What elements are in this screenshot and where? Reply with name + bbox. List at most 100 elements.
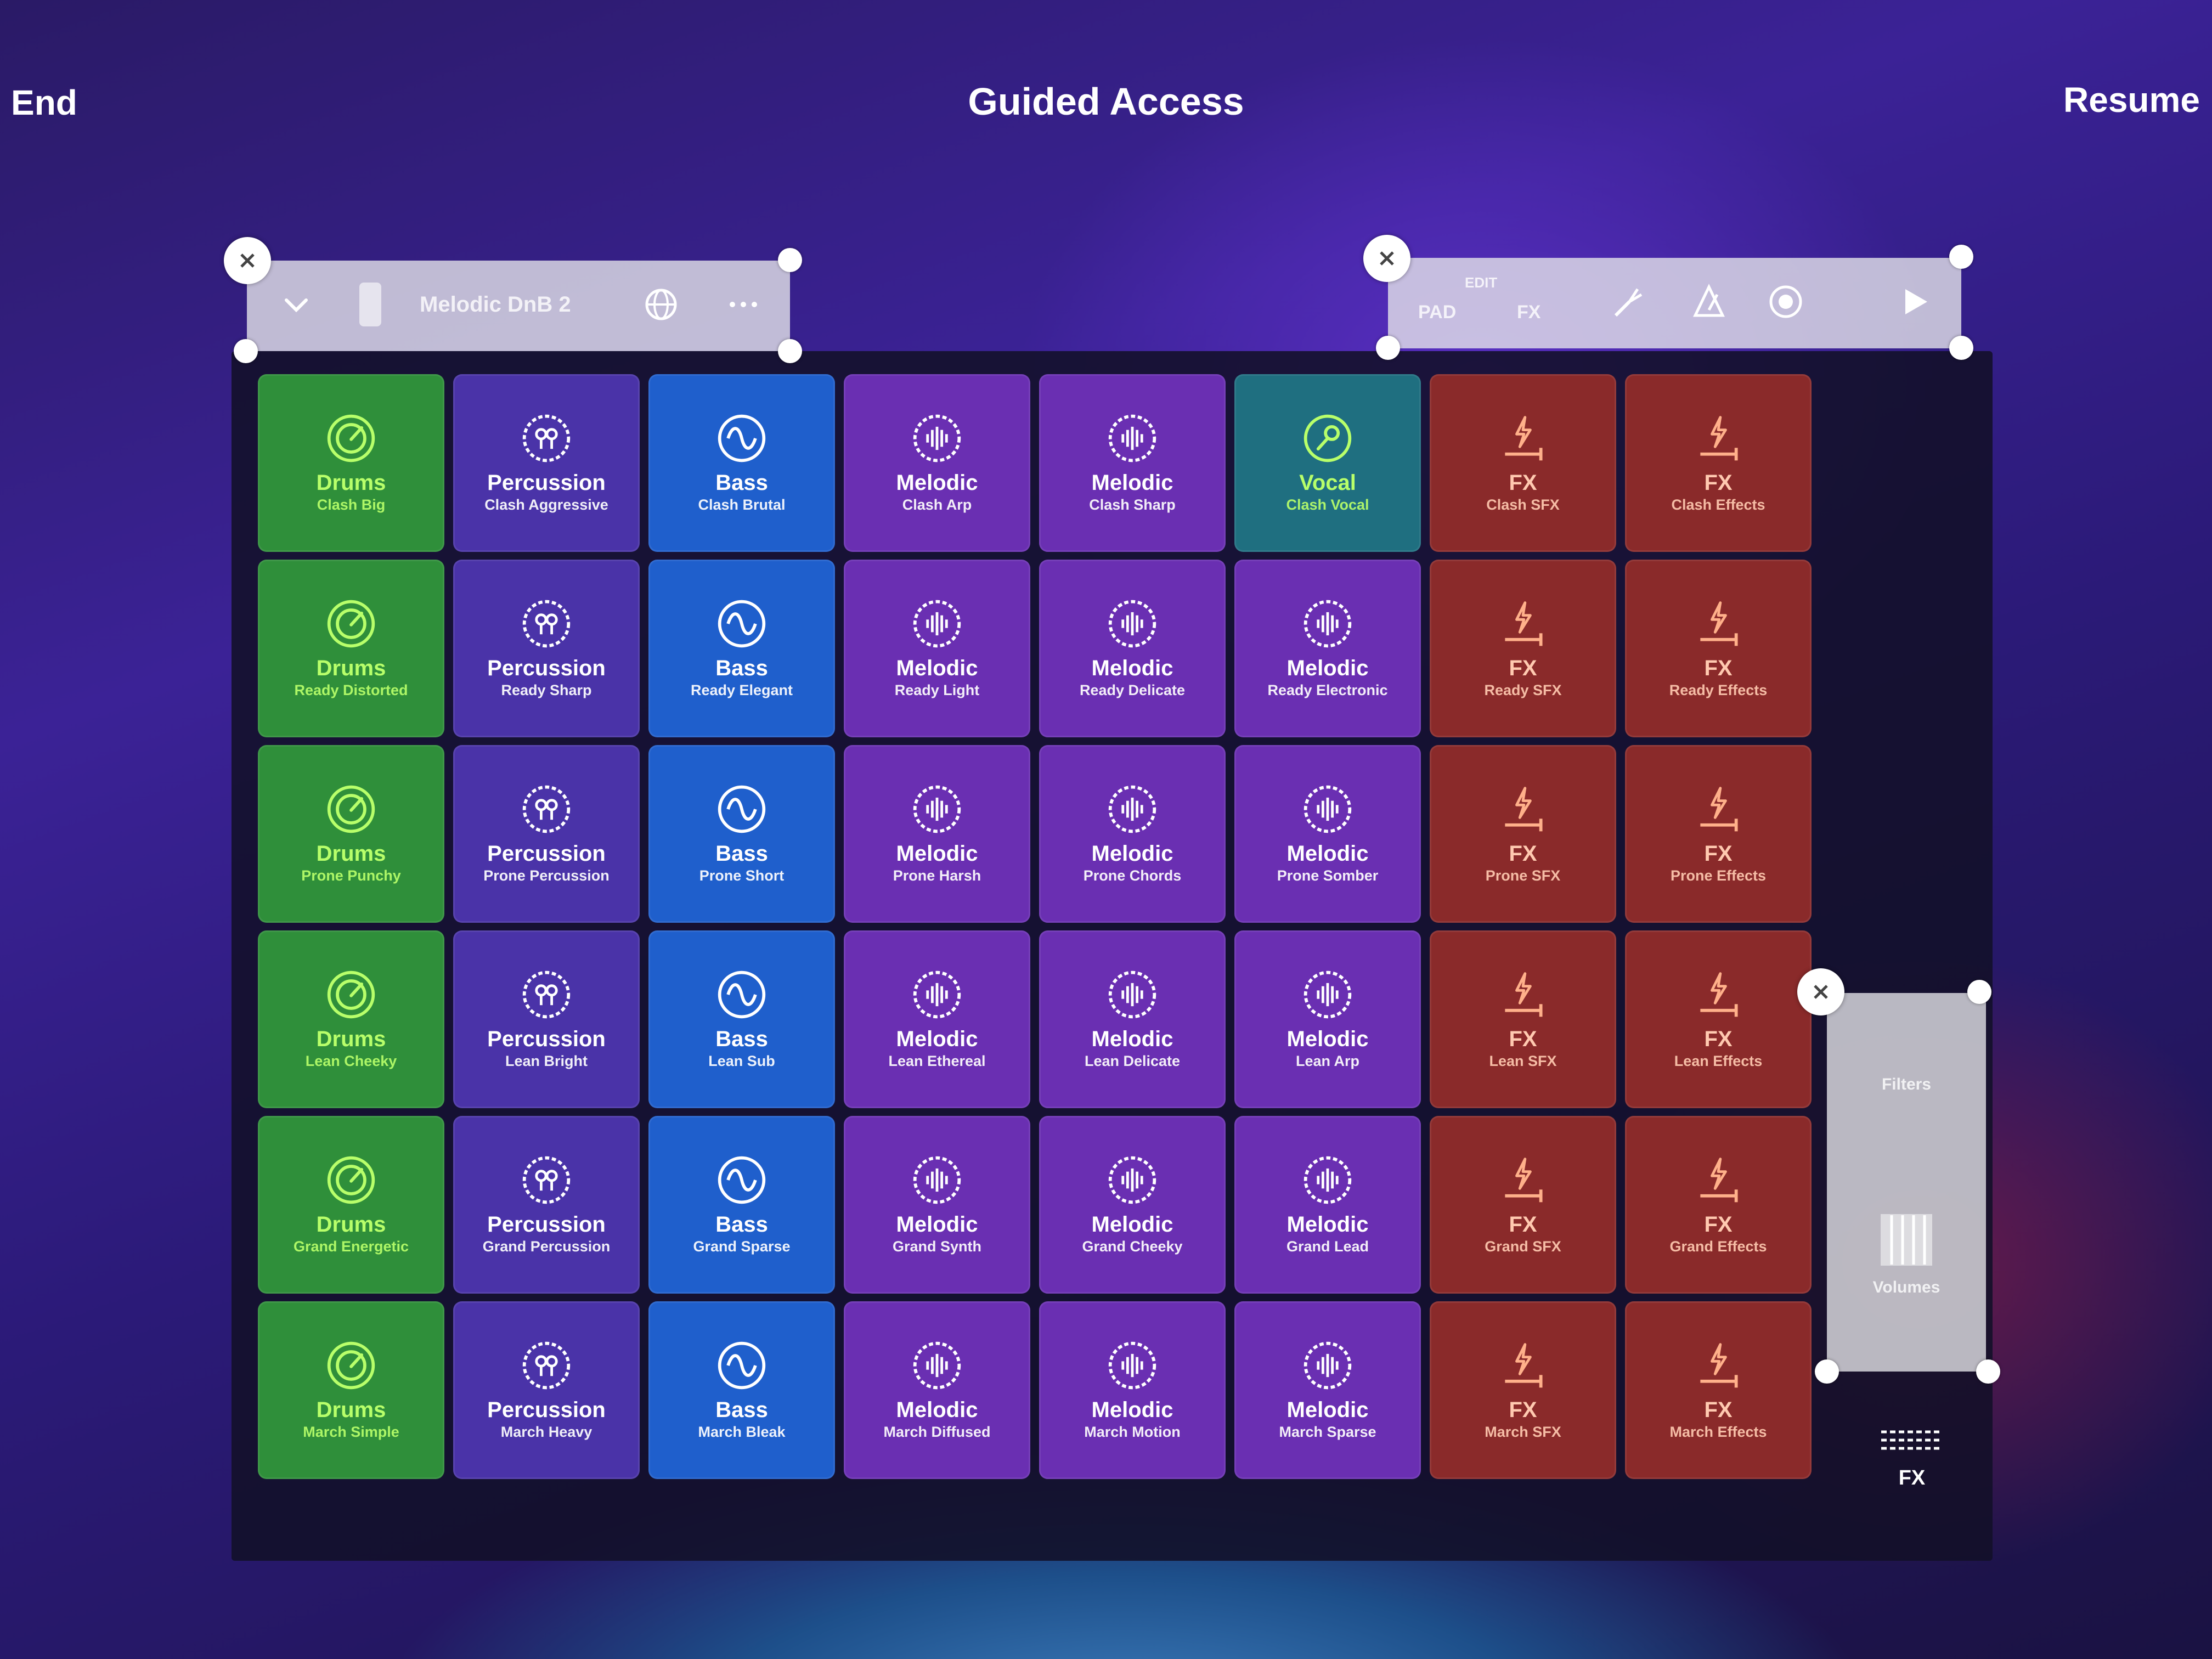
pad-type-label: Percussion bbox=[487, 842, 606, 866]
project-name[interactable]: Melodic DnB 2 bbox=[420, 292, 571, 317]
volume-meter-icon[interactable] bbox=[1876, 1210, 1937, 1270]
melodic-wave-icon bbox=[1106, 1339, 1159, 1392]
lightning-icon bbox=[1692, 597, 1745, 650]
pad-melodic[interactable]: Melodic Grand Cheeky bbox=[1039, 1116, 1226, 1294]
pad-name-label: Lean SFX bbox=[1489, 1053, 1557, 1069]
pad-bass[interactable]: Bass Ready Elegant bbox=[648, 560, 835, 737]
pad-type-label: Melodic bbox=[1286, 1398, 1369, 1422]
resize-handle[interactable] bbox=[1967, 980, 1991, 1004]
resize-handle[interactable] bbox=[778, 248, 802, 272]
pad-melodic[interactable]: Melodic Grand Synth bbox=[844, 1116, 1030, 1294]
pad-percussion[interactable]: Percussion Prone Percussion bbox=[453, 745, 640, 923]
more-icon[interactable] bbox=[724, 291, 763, 318]
melodic-wave-icon bbox=[911, 783, 963, 836]
melodic-wave-icon bbox=[911, 1154, 963, 1206]
melodic-wave-icon bbox=[1106, 1154, 1159, 1206]
pad-fx[interactable]: FX Ready SFX bbox=[1430, 560, 1616, 737]
resize-handle[interactable] bbox=[778, 339, 802, 363]
resize-handle[interactable] bbox=[234, 339, 258, 363]
pad-melodic[interactable]: Melodic Ready Delicate bbox=[1039, 560, 1226, 737]
resize-handle[interactable] bbox=[1949, 245, 1973, 269]
record-icon[interactable] bbox=[1767, 283, 1805, 321]
drum-icon bbox=[325, 1154, 377, 1206]
pad-drums[interactable]: Drums Grand Energetic bbox=[258, 1116, 444, 1294]
pad-melodic[interactable]: Melodic Prone Harsh bbox=[844, 745, 1030, 923]
pad-name-label: Grand Synth bbox=[892, 1238, 981, 1255]
pad-name-label: Ready Effects bbox=[1669, 682, 1768, 698]
fx-tab[interactable]: FX bbox=[1517, 302, 1541, 323]
pad-type-label: Vocal bbox=[1299, 471, 1356, 495]
pad-fx[interactable]: FX Clash Effects bbox=[1625, 374, 1812, 552]
resume-button[interactable]: Resume bbox=[2063, 80, 2200, 120]
pad-type-label: Percussion bbox=[487, 1212, 606, 1237]
pad-tab[interactable]: PAD bbox=[1418, 302, 1456, 323]
pad-fx[interactable]: FX March SFX bbox=[1430, 1301, 1616, 1479]
pad-bass[interactable]: Bass Clash Brutal bbox=[648, 374, 835, 552]
pad-type-label: FX bbox=[1509, 471, 1537, 495]
pad-fx[interactable]: FX Grand SFX bbox=[1430, 1116, 1616, 1294]
bass-wave-icon bbox=[715, 1339, 768, 1392]
pad-melodic[interactable]: Melodic Grand Lead bbox=[1234, 1116, 1421, 1294]
pad-type-label: Melodic bbox=[1286, 842, 1369, 866]
pad-drums[interactable]: Drums Clash Big bbox=[258, 374, 444, 552]
bass-wave-icon bbox=[715, 783, 768, 836]
pad-name-label: Prone Short bbox=[699, 867, 785, 884]
play-icon[interactable] bbox=[1895, 283, 1934, 321]
pad-percussion[interactable]: Percussion Grand Percussion bbox=[453, 1116, 640, 1294]
pad-melodic[interactable]: Melodic Prone Chords bbox=[1039, 745, 1226, 923]
pad-bass[interactable]: Bass Prone Short bbox=[648, 745, 835, 923]
pad-type-label: FX bbox=[1509, 1027, 1537, 1051]
pad-melodic[interactable]: Melodic Lean Ethereal bbox=[844, 930, 1030, 1108]
pad-type-label: FX bbox=[1509, 1212, 1537, 1237]
pad-percussion[interactable]: Percussion Ready Sharp bbox=[453, 560, 640, 737]
pad-fx[interactable]: FX March Effects bbox=[1625, 1301, 1812, 1479]
pad-vocal[interactable]: Vocal Clash Vocal bbox=[1234, 374, 1421, 552]
pad-melodic[interactable]: Melodic Ready Electronic bbox=[1234, 560, 1421, 737]
pad-melodic[interactable]: Melodic Lean Delicate bbox=[1039, 930, 1226, 1108]
pad-type-label: Melodic bbox=[896, 1398, 978, 1422]
pad-melodic[interactable]: Melodic Clash Sharp bbox=[1039, 374, 1226, 552]
pad-melodic[interactable]: Melodic Prone Somber bbox=[1234, 745, 1421, 923]
pad-fx[interactable]: FX Prone Effects bbox=[1625, 745, 1812, 923]
melodic-wave-icon bbox=[1301, 968, 1354, 1021]
close-side-overlay-button[interactable] bbox=[1797, 968, 1844, 1015]
metronome-icon[interactable] bbox=[1690, 283, 1728, 321]
pad-percussion[interactable]: Percussion Lean Bright bbox=[453, 930, 640, 1108]
pad-melodic[interactable]: Melodic Ready Light bbox=[844, 560, 1030, 737]
pad-fx[interactable]: FX Ready Effects bbox=[1625, 560, 1812, 737]
melodic-wave-icon bbox=[1106, 968, 1159, 1021]
tuning-fork-icon[interactable] bbox=[1607, 283, 1646, 321]
pad-melodic[interactable]: Melodic March Motion bbox=[1039, 1301, 1226, 1479]
bass-wave-icon bbox=[715, 597, 768, 650]
pad-fx[interactable]: FX Lean Effects bbox=[1625, 930, 1812, 1108]
close-right-overlay-button[interactable] bbox=[1363, 235, 1410, 282]
melodic-wave-icon bbox=[1301, 597, 1354, 650]
pad-bass[interactable]: Bass Grand Sparse bbox=[648, 1116, 835, 1294]
pad-fx[interactable]: FX Lean SFX bbox=[1430, 930, 1616, 1108]
resize-handle[interactable] bbox=[1376, 336, 1400, 360]
pad-drums[interactable]: Drums Lean Cheeky bbox=[258, 930, 444, 1108]
pad-fx[interactable]: FX Prone SFX bbox=[1430, 745, 1616, 923]
pad-drums[interactable]: Drums Ready Distorted bbox=[258, 560, 444, 737]
pad-drums[interactable]: Drums Prone Punchy bbox=[258, 745, 444, 923]
pad-melodic[interactable]: Melodic March Diffused bbox=[844, 1301, 1030, 1479]
globe-icon[interactable] bbox=[642, 285, 680, 324]
chevron-down-icon[interactable] bbox=[280, 288, 313, 321]
pad-bass[interactable]: Bass March Bleak bbox=[648, 1301, 835, 1479]
pad-percussion[interactable]: Percussion March Heavy bbox=[453, 1301, 640, 1479]
pad-fx[interactable]: FX Grand Effects bbox=[1625, 1116, 1812, 1294]
pad-drums[interactable]: Drums March Simple bbox=[258, 1301, 444, 1479]
pad-fx[interactable]: FX Clash SFX bbox=[1430, 374, 1616, 552]
pad-percussion[interactable]: Percussion Clash Aggressive bbox=[453, 374, 640, 552]
fx-panel-button[interactable]: FX bbox=[1871, 1426, 1953, 1503]
resize-handle[interactable] bbox=[1949, 336, 1973, 360]
melodic-wave-icon bbox=[911, 968, 963, 1021]
close-left-overlay-button[interactable] bbox=[224, 237, 271, 284]
pad-bass[interactable]: Bass Lean Sub bbox=[648, 930, 835, 1108]
pad-melodic[interactable]: Melodic March Sparse bbox=[1234, 1301, 1421, 1479]
pad-melodic[interactable]: Melodic Clash Arp bbox=[844, 374, 1030, 552]
pad-melodic[interactable]: Melodic Lean Arp bbox=[1234, 930, 1421, 1108]
pad-type-label: Melodic bbox=[896, 471, 978, 495]
resize-handle[interactable] bbox=[1815, 1359, 1839, 1384]
resize-handle[interactable] bbox=[1976, 1359, 2000, 1384]
